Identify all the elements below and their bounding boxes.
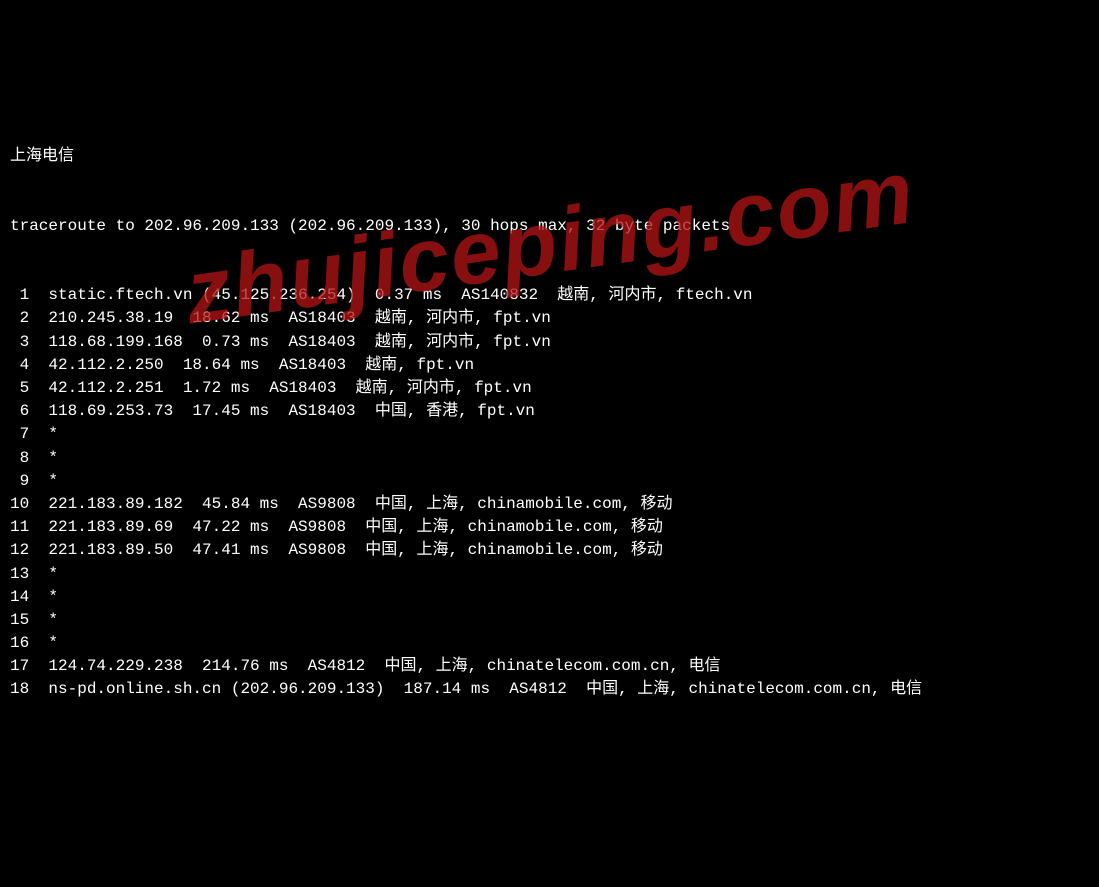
hops-list: 1 static.ftech.vn (45.125.236.254) 0.37 … (10, 284, 1089, 701)
hop-row: 2 210.245.38.19 18.62 ms AS18403 越南, 河内市… (10, 307, 1089, 330)
hop-row: 12 221.183.89.50 47.41 ms AS9808 中国, 上海,… (10, 539, 1089, 562)
hop-number: 6 (10, 400, 29, 423)
hop-number: 15 (10, 609, 29, 632)
hop-text: 221.183.89.182 45.84 ms AS9808 中国, 上海, c… (29, 495, 672, 513)
hop-text: * (29, 449, 58, 467)
hop-number: 10 (10, 493, 29, 516)
hop-row: 9 * (10, 470, 1089, 493)
hop-number: 12 (10, 539, 29, 562)
hop-number: 9 (10, 470, 29, 493)
hop-number: 1 (10, 284, 29, 307)
hop-row: 10 221.183.89.182 45.84 ms AS9808 中国, 上海… (10, 493, 1089, 516)
hop-text: 124.74.229.238 214.76 ms AS4812 中国, 上海, … (29, 657, 720, 675)
hop-text: ns-pd.online.sh.cn (202.96.209.133) 187.… (29, 680, 922, 698)
command-line: traceroute to 202.96.209.133 (202.96.209… (10, 215, 1089, 238)
hop-row: 14 * (10, 586, 1089, 609)
hop-text: 118.68.199.168 0.73 ms AS18403 越南, 河内市, … (29, 333, 551, 351)
hop-number: 8 (10, 447, 29, 470)
hop-text: 221.183.89.69 47.22 ms AS9808 中国, 上海, ch… (29, 518, 663, 536)
hop-text: * (29, 425, 58, 443)
hop-row: 4 42.112.2.250 18.64 ms AS18403 越南, fpt.… (10, 354, 1089, 377)
hop-number: 11 (10, 516, 29, 539)
hop-text: 221.183.89.50 47.41 ms AS9808 中国, 上海, ch… (29, 541, 663, 559)
hop-number: 3 (10, 331, 29, 354)
hop-row: 7 * (10, 423, 1089, 446)
header-line: 上海电信 (10, 145, 1089, 168)
hop-number: 2 (10, 307, 29, 330)
hop-number: 5 (10, 377, 29, 400)
hop-number: 4 (10, 354, 29, 377)
hop-row: 6 118.69.253.73 17.45 ms AS18403 中国, 香港,… (10, 400, 1089, 423)
hop-number: 13 (10, 563, 29, 586)
hop-number: 7 (10, 423, 29, 446)
hop-text: 210.245.38.19 18.62 ms AS18403 越南, 河内市, … (29, 309, 551, 327)
hop-row: 16 * (10, 632, 1089, 655)
hop-row: 15 * (10, 609, 1089, 632)
terminal-output: 上海电信 traceroute to 202.96.209.133 (202.9… (10, 99, 1089, 725)
hop-row: 1 static.ftech.vn (45.125.236.254) 0.37 … (10, 284, 1089, 307)
hop-row: 3 118.68.199.168 0.73 ms AS18403 越南, 河内市… (10, 331, 1089, 354)
hop-row: 17 124.74.229.238 214.76 ms AS4812 中国, 上… (10, 655, 1089, 678)
hop-text: * (29, 472, 58, 490)
hop-row: 11 221.183.89.69 47.22 ms AS9808 中国, 上海,… (10, 516, 1089, 539)
hop-number: 14 (10, 586, 29, 609)
hop-number: 18 (10, 678, 29, 701)
hop-text: 118.69.253.73 17.45 ms AS18403 中国, 香港, f… (29, 402, 535, 420)
hop-text: * (29, 611, 58, 629)
hop-text: static.ftech.vn (45.125.236.254) 0.37 ms… (29, 286, 752, 304)
hop-text: 42.112.2.251 1.72 ms AS18403 越南, 河内市, fp… (29, 379, 531, 397)
hop-text: 42.112.2.250 18.64 ms AS18403 越南, fpt.vn (29, 356, 474, 374)
hop-row: 8 * (10, 447, 1089, 470)
hop-text: * (29, 565, 58, 583)
hop-number: 16 (10, 632, 29, 655)
hop-text: * (29, 634, 58, 652)
hop-row: 5 42.112.2.251 1.72 ms AS18403 越南, 河内市, … (10, 377, 1089, 400)
hop-number: 17 (10, 655, 29, 678)
hop-text: * (29, 588, 58, 606)
hop-row: 18 ns-pd.online.sh.cn (202.96.209.133) 1… (10, 678, 1089, 701)
hop-row: 13 * (10, 563, 1089, 586)
